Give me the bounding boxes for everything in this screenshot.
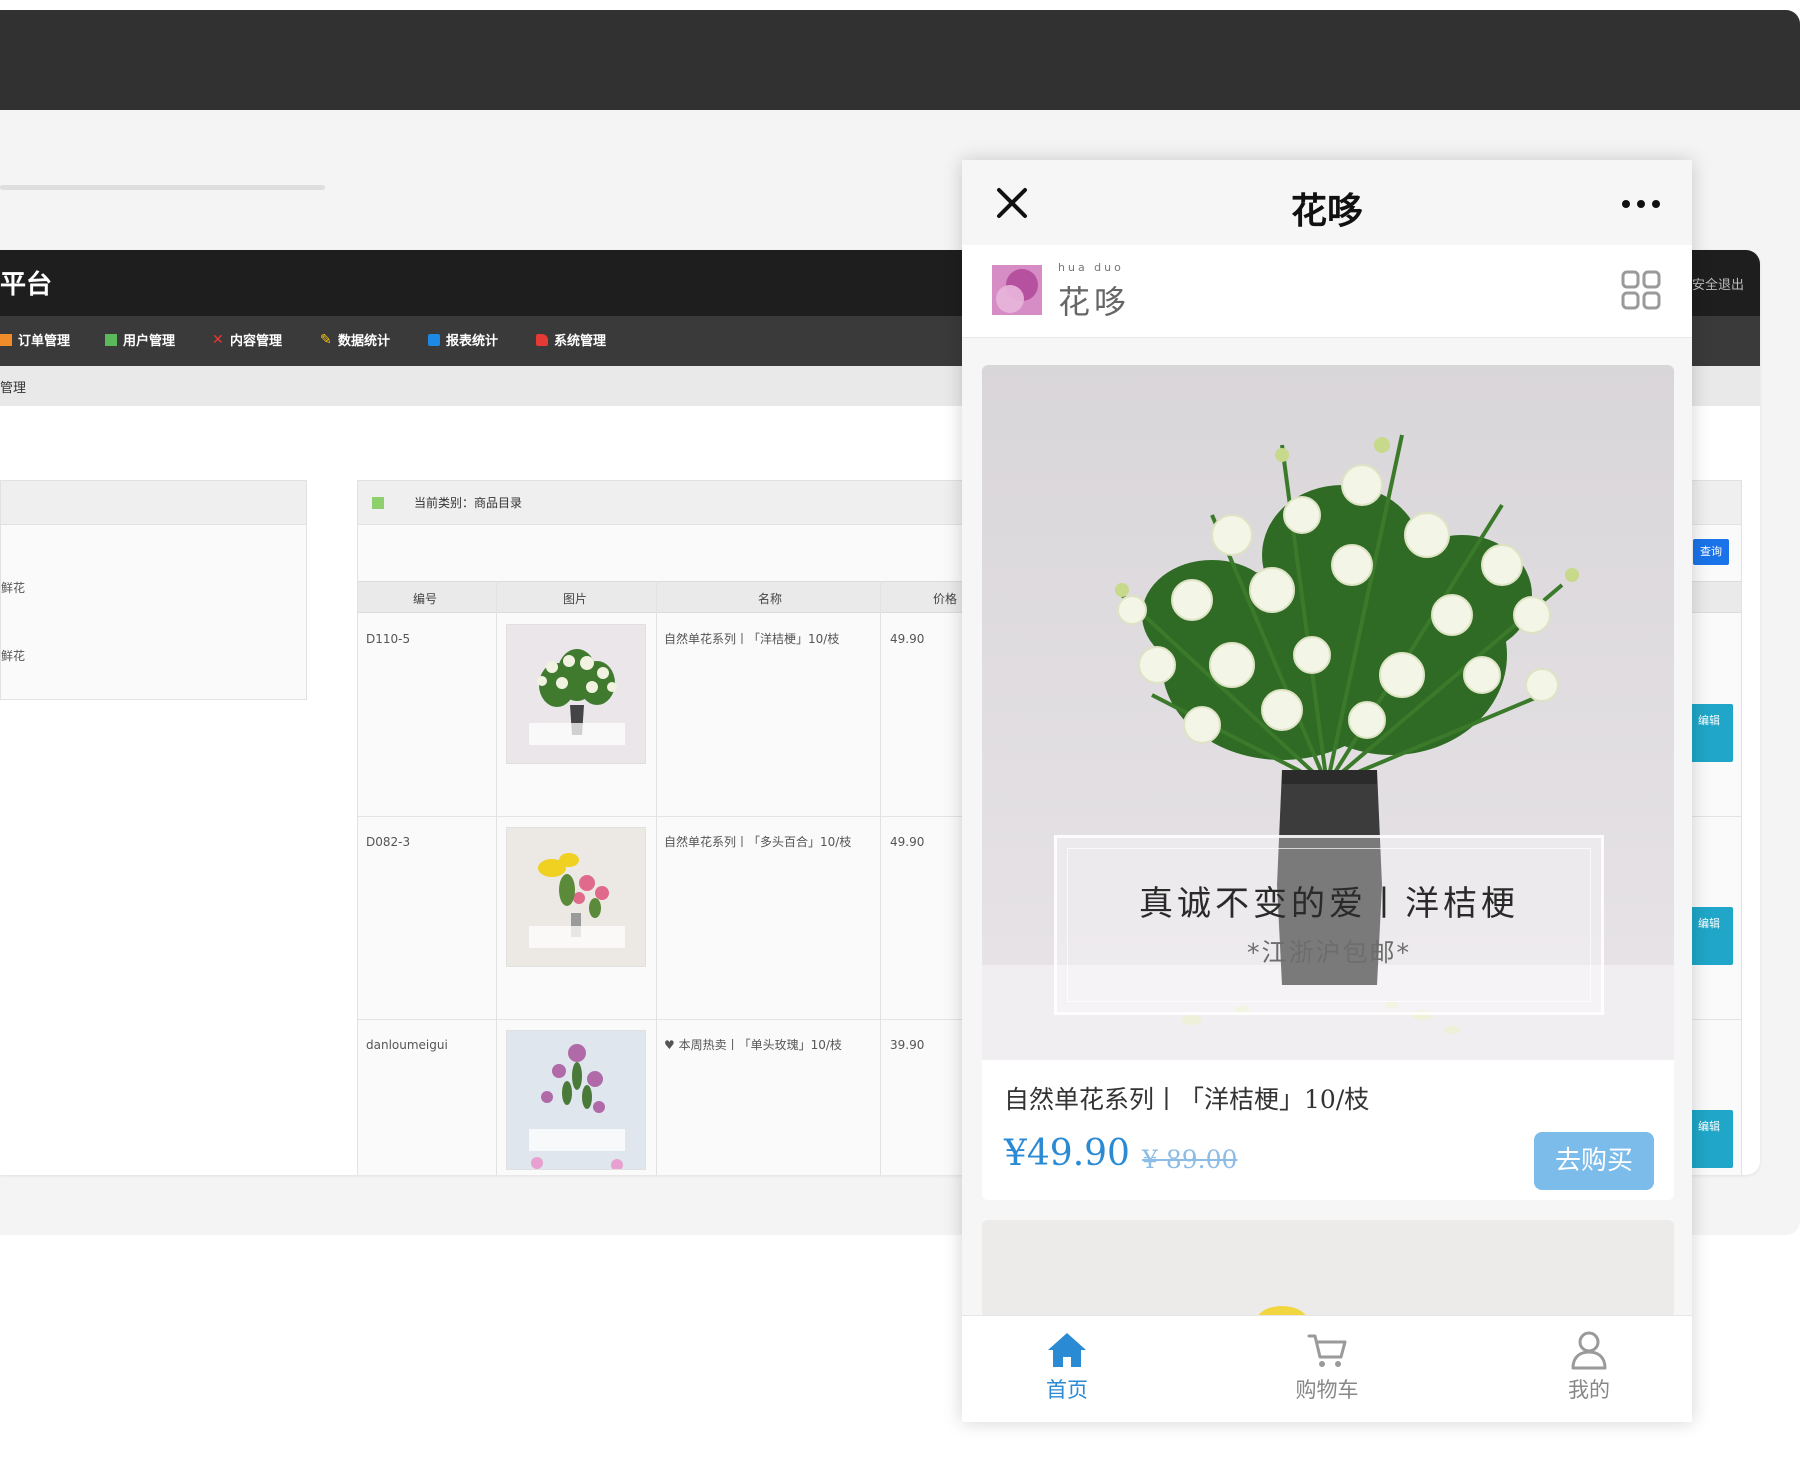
category-icon (372, 497, 384, 509)
column-header: 名称 (758, 592, 783, 606)
edit-button[interactable]: 编辑 (1685, 1110, 1733, 1168)
tab-label: 首页 (1046, 1378, 1088, 1402)
pencil-icon: ✎ (320, 331, 332, 348)
brand-pinyin: hua duo (1058, 261, 1124, 274)
product-thumbnail (506, 624, 646, 764)
mini-program-window: 花哆 hua duo 花哆 真诚不变的爱丨洋桔梗 *江浙沪包邮* 自然单花系列丨… (962, 160, 1692, 1422)
tab-cart[interactable]: 购物车 (1257, 1330, 1397, 1404)
logout-link[interactable]: 安全退出 (1692, 274, 1744, 293)
nav-content[interactable]: ✕ 内容管理 (212, 330, 282, 350)
product-thumbnail (506, 1030, 646, 1170)
product-price: 49.90 (890, 632, 925, 646)
column-header: 编号 (413, 592, 438, 606)
product-price: 49.90 (890, 835, 925, 849)
nav-system[interactable]: 系统管理 (536, 330, 606, 349)
brand-name: 花哆 (1058, 283, 1131, 321)
nav-stats[interactable]: ✎ 数据统计 (320, 330, 390, 350)
grid-menu-icon[interactable] (1620, 269, 1662, 311)
tab-label: 购物车 (1295, 1378, 1359, 1402)
search-button[interactable]: 查询 (1693, 539, 1729, 565)
more-icon[interactable] (1622, 200, 1660, 208)
address-bar[interactable] (0, 185, 325, 190)
tree-item[interactable]: 鲜花 (1, 579, 25, 596)
edit-button[interactable]: 编辑 (1685, 704, 1733, 762)
tree-item[interactable]: 鲜花 (1, 647, 25, 664)
home-icon (1048, 1333, 1086, 1367)
cart-icon (1307, 1334, 1347, 1367)
product-price: ¥49.90 (1004, 1133, 1130, 1174)
product-id: danloumeigui (366, 1038, 448, 1052)
product-thumbnail (506, 827, 646, 967)
panel-header (1, 481, 306, 525)
product-price: 39.90 (890, 1038, 925, 1052)
product-id: D110-5 (366, 632, 411, 646)
reports-icon (428, 333, 440, 346)
brand-logo (992, 265, 1042, 315)
tab-home[interactable]: 首页 (997, 1330, 1137, 1404)
nav-orders[interactable]: 订单管理 (0, 330, 70, 349)
banner-subtitle: *江浙沪包邮* (1246, 938, 1411, 967)
admin-title: 平台 (0, 270, 53, 300)
tab-bar: 首页 购物车 我的 (962, 1315, 1692, 1422)
column-header: 价格 (933, 592, 958, 606)
edit-button[interactable]: 编辑 (1685, 907, 1733, 965)
product-name: 自然单花系列丨「洋桔梗」10/枝 (664, 632, 840, 646)
buy-button[interactable]: 去购买 (1534, 1132, 1654, 1190)
tab-label: 我的 (1568, 1378, 1610, 1402)
tab-profile[interactable]: 我的 (1519, 1330, 1659, 1404)
column-header: 图片 (563, 592, 588, 606)
product-card[interactable]: 真诚不变的爱丨洋桔梗 *江浙沪包邮* 自然单花系列丨「洋桔梗」10/枝 ¥49.… (982, 365, 1674, 1200)
users-icon (105, 333, 117, 346)
product-name: 自然单花系列丨「洋桔梗」10/枝 (1004, 1085, 1370, 1114)
system-icon (536, 333, 548, 346)
content-icon: ✕ (212, 331, 224, 348)
breadcrumb: 管理 (0, 381, 27, 396)
product-name: 自然单花系列丨「多头百合」10/枝 (664, 835, 852, 849)
browser-toolbar (0, 10, 1800, 110)
nav-reports[interactable]: 报表统计 (428, 330, 498, 349)
original-price: ¥ 89.00 (1142, 1145, 1238, 1174)
current-category: 当前类别：商品目录 (414, 496, 523, 510)
banner-caption-box: 真诚不变的爱丨洋桔梗 *江浙沪包邮* (1054, 835, 1604, 1015)
orders-icon (0, 333, 12, 346)
category-tree-panel: 鲜花 鲜花 (0, 480, 307, 700)
app-title: 花哆 (1290, 191, 1363, 232)
product-id: D082-3 (366, 835, 411, 849)
capsule-nav-bar: 花哆 (962, 160, 1692, 245)
brand-header: hua duo 花哆 (962, 245, 1692, 338)
nav-users[interactable]: 用户管理 (105, 330, 175, 349)
product-name: ♥ 本周热卖丨「单头玫瑰」10/枝 (664, 1038, 842, 1052)
banner-title: 真诚不变的爱丨洋桔梗 (1139, 884, 1519, 924)
user-icon (1571, 1331, 1607, 1370)
